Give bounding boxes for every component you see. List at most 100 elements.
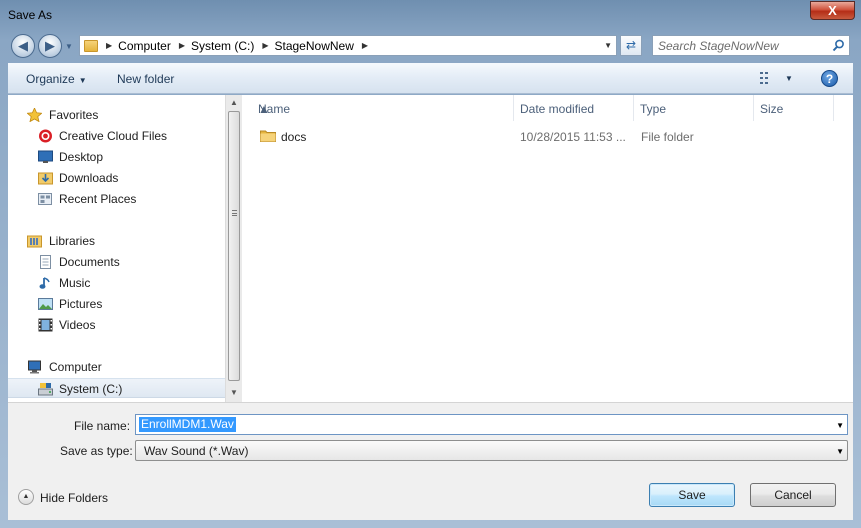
file-list-pane: Name ▲ Date modified Type Size docs 10/2… xyxy=(242,95,853,402)
breadcrumb-system-c[interactable]: System (C:) xyxy=(191,39,254,53)
scrollbar-thumb[interactable] xyxy=(228,111,240,381)
chevron-right-icon[interactable]: ▶ xyxy=(179,41,185,50)
column-date-label: Date modified xyxy=(520,102,595,116)
collapse-up-icon: ▲ xyxy=(18,489,34,505)
column-size-label: Size xyxy=(760,102,784,116)
view-options-icon[interactable] xyxy=(760,72,774,84)
sidebar-item-computer[interactable]: Computer xyxy=(8,357,225,377)
save-as-type-value: Wav Sound (*.Wav) xyxy=(144,444,249,458)
refresh-button[interactable]: ⇄ xyxy=(620,35,642,56)
recent-locations-dropdown-icon[interactable]: ▼ xyxy=(65,42,73,51)
sidebar-item-recent-places[interactable]: Recent Places xyxy=(8,189,225,209)
scroll-up-icon[interactable]: ▲ xyxy=(230,98,238,107)
breadcrumb-stagenownew[interactable]: StageNowNew xyxy=(275,39,354,53)
search-input[interactable]: Search StageNowNew xyxy=(658,39,779,53)
forward-button[interactable]: ▶ xyxy=(38,34,62,58)
search-icon[interactable] xyxy=(832,39,845,52)
recent-places-icon xyxy=(38,193,52,205)
libraries-label: Libraries xyxy=(49,234,96,248)
documents-label: Documents xyxy=(59,255,120,269)
file-name-value[interactable]: EnrollMDM1.Wav xyxy=(139,417,236,432)
save-form: File name: EnrollMDM1.Wav ▼ Save as type… xyxy=(8,402,853,468)
desktop-label: Desktop xyxy=(59,150,104,164)
sidebar-item-downloads[interactable]: Downloads xyxy=(8,168,225,188)
pictures-label: Pictures xyxy=(59,297,103,311)
computer-label: Computer xyxy=(49,360,102,374)
downloads-folder-icon xyxy=(38,172,53,185)
dialog-footer: ▲ Hide Folders Save Cancel xyxy=(8,468,853,520)
sidebar-item-music[interactable]: Music xyxy=(8,273,225,293)
command-toolbar: Organize ▼ New folder ▼ ? xyxy=(8,63,853,94)
drive-icon xyxy=(38,383,53,396)
sort-ascending-icon: ▲ xyxy=(258,102,270,116)
help-icon[interactable]: ? xyxy=(821,70,838,87)
file-name-field[interactable]: EnrollMDM1.Wav ▼ xyxy=(135,414,848,435)
sidebar-item-system-c[interactable]: System (C:) xyxy=(8,378,225,398)
navigation-pane-scrollbar[interactable]: ▲ ▼ xyxy=(225,95,242,402)
close-icon: X xyxy=(828,3,837,18)
chevron-right-icon[interactable]: ▶ xyxy=(262,41,268,50)
sidebar-item-pictures[interactable]: Pictures xyxy=(8,294,225,314)
file-name: docs xyxy=(281,130,307,144)
folder-icon xyxy=(84,39,98,52)
back-arrow-icon: ◀ xyxy=(18,38,28,53)
new-folder-button[interactable]: New folder xyxy=(117,72,174,86)
file-name-label: File name: xyxy=(74,419,131,433)
chevron-down-icon[interactable]: ▼ xyxy=(836,447,844,456)
creative-cloud-files-label: Creative Cloud Files xyxy=(59,129,168,143)
file-name-dropdown-icon[interactable]: ▼ xyxy=(836,421,844,430)
breadcrumb-computer[interactable]: Computer xyxy=(118,39,171,53)
column-header-size[interactable]: Size xyxy=(754,95,834,121)
file-date-modified: 10/28/2015 11:53 ... xyxy=(520,130,626,144)
star-icon xyxy=(27,108,42,122)
videos-icon xyxy=(38,318,53,332)
folder-icon xyxy=(260,130,276,142)
documents-icon xyxy=(40,255,51,269)
chevron-down-icon: ▼ xyxy=(78,76,87,85)
column-header-date-modified[interactable]: Date modified xyxy=(514,95,634,121)
hide-folders-label: Hide Folders xyxy=(40,491,109,505)
search-box[interactable]: Search StageNowNew xyxy=(652,35,850,56)
videos-label: Videos xyxy=(59,318,96,332)
desktop-icon xyxy=(38,150,53,163)
save-as-dialog: Save As X ◀ ▶ ▼ ▶ Computer ▶ System (C:)… xyxy=(0,0,861,528)
sidebar-item-desktop[interactable]: Desktop xyxy=(8,147,225,167)
address-dropdown-icon[interactable]: ▼ xyxy=(604,41,612,50)
column-header-name[interactable]: Name ▲ xyxy=(252,95,514,121)
back-button[interactable]: ◀ xyxy=(11,34,35,58)
table-row[interactable]: docs 10/28/2015 11:53 ... File folder xyxy=(252,125,842,147)
chevron-right-icon[interactable]: ▶ xyxy=(106,41,112,50)
downloads-label: Downloads xyxy=(59,171,119,185)
sidebar-item-favorites[interactable]: Favorites xyxy=(8,105,225,125)
close-button[interactable]: X xyxy=(810,1,855,20)
favorites-label: Favorites xyxy=(49,108,99,122)
grip-icon xyxy=(232,210,237,216)
save-as-type-label: Save as type: xyxy=(60,444,133,458)
music-icon xyxy=(39,277,50,289)
creative-cloud-icon xyxy=(39,129,52,143)
sidebar-item-creative-cloud-files[interactable]: Creative Cloud Files xyxy=(8,126,225,146)
scroll-down-icon[interactable]: ▼ xyxy=(230,388,238,397)
title-bar[interactable]: Save As X xyxy=(0,0,861,30)
sidebar-item-libraries[interactable]: Libraries xyxy=(8,231,225,251)
navigation-pane: Favorites Creative Cloud Files Desktop D… xyxy=(8,95,225,402)
view-options-dropdown-icon[interactable]: ▼ xyxy=(785,74,793,83)
organize-button[interactable]: Organize ▼ xyxy=(26,72,87,86)
pictures-icon xyxy=(38,298,53,310)
chevron-right-icon[interactable]: ▶ xyxy=(362,41,368,50)
cancel-button[interactable]: Cancel xyxy=(750,483,836,507)
address-bar[interactable]: ▶ Computer ▶ System (C:) ▶ StageNowNew ▶… xyxy=(79,35,617,56)
recent-places-label: Recent Places xyxy=(59,192,137,206)
save-button[interactable]: Save xyxy=(649,483,735,507)
refresh-icon: ⇄ xyxy=(625,38,637,52)
organize-label: Organize xyxy=(26,72,75,86)
window-title: Save As xyxy=(8,8,53,22)
music-label: Music xyxy=(59,276,91,290)
file-type: File folder xyxy=(641,130,694,144)
sidebar-item-documents[interactable]: Documents xyxy=(8,252,225,272)
column-header-type[interactable]: Type xyxy=(634,95,754,121)
computer-icon xyxy=(28,360,41,374)
sidebar-item-videos[interactable]: Videos xyxy=(8,315,225,335)
system-c-label: System (C:) xyxy=(59,382,123,396)
save-as-type-select[interactable]: Wav Sound (*.Wav) ▼ xyxy=(135,440,848,461)
